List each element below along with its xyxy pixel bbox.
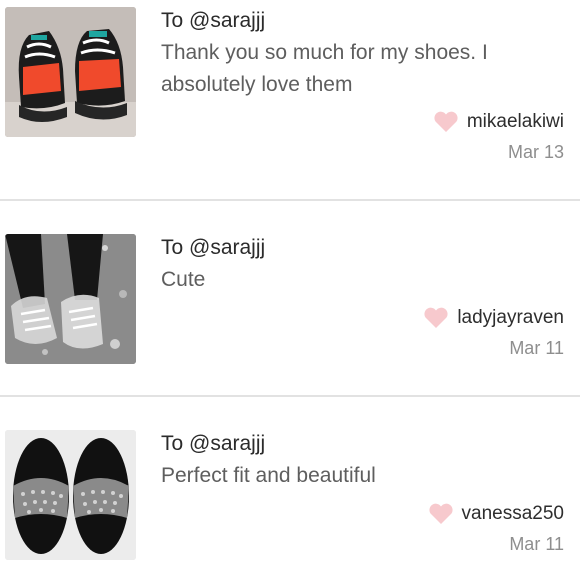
- review-date: Mar 11: [509, 534, 564, 554]
- clear-sneaker-thumbnail-icon: [5, 234, 136, 364]
- reviewer-username[interactable]: vanessa250: [462, 503, 564, 525]
- review-feed: To @sarajjj Thank you so much for my sho…: [0, 0, 580, 580]
- recipient-label[interactable]: To @sarajjj: [161, 9, 265, 33]
- reviewer-username[interactable]: ladyjayraven: [457, 307, 564, 329]
- product-thumbnail[interactable]: [5, 7, 136, 137]
- product-thumbnail[interactable]: [5, 234, 136, 364]
- review-message: Thank you so much for my shoes. I absolu…: [161, 41, 488, 96]
- heart-icon[interactable]: [428, 503, 454, 525]
- like-row: vanessa250: [428, 503, 564, 525]
- like-row: mikaelakiwi: [433, 111, 564, 133]
- recipient-label[interactable]: To @sarajjj: [161, 432, 265, 456]
- heart-icon[interactable]: [433, 111, 459, 133]
- review-date: Mar 11: [509, 338, 564, 358]
- product-thumbnail[interactable]: [5, 430, 136, 560]
- review-message: Perfect fit and beautiful: [161, 464, 376, 487]
- review-card: Perfect fit and beautiful vanessa250 Mar…: [0, 398, 580, 580]
- review-card: Cute ladyjayraven Mar 11: [0, 202, 580, 396]
- review-card: To @sarajjj Thank you so much for my sho…: [0, 0, 580, 200]
- slide-sandal-thumbnail-icon: [5, 430, 136, 560]
- divider: [0, 199, 580, 201]
- recipient-label[interactable]: To @sarajjj: [161, 236, 265, 260]
- divider: [0, 395, 580, 397]
- heart-icon[interactable]: [423, 307, 449, 329]
- like-row: ladyjayraven: [423, 307, 564, 329]
- review-date: Mar 13: [507, 142, 564, 162]
- reviewer-username[interactable]: mikaelakiwi: [467, 111, 564, 133]
- review-message: Cute: [161, 268, 206, 291]
- sneaker-thumbnail-icon: [5, 7, 136, 137]
